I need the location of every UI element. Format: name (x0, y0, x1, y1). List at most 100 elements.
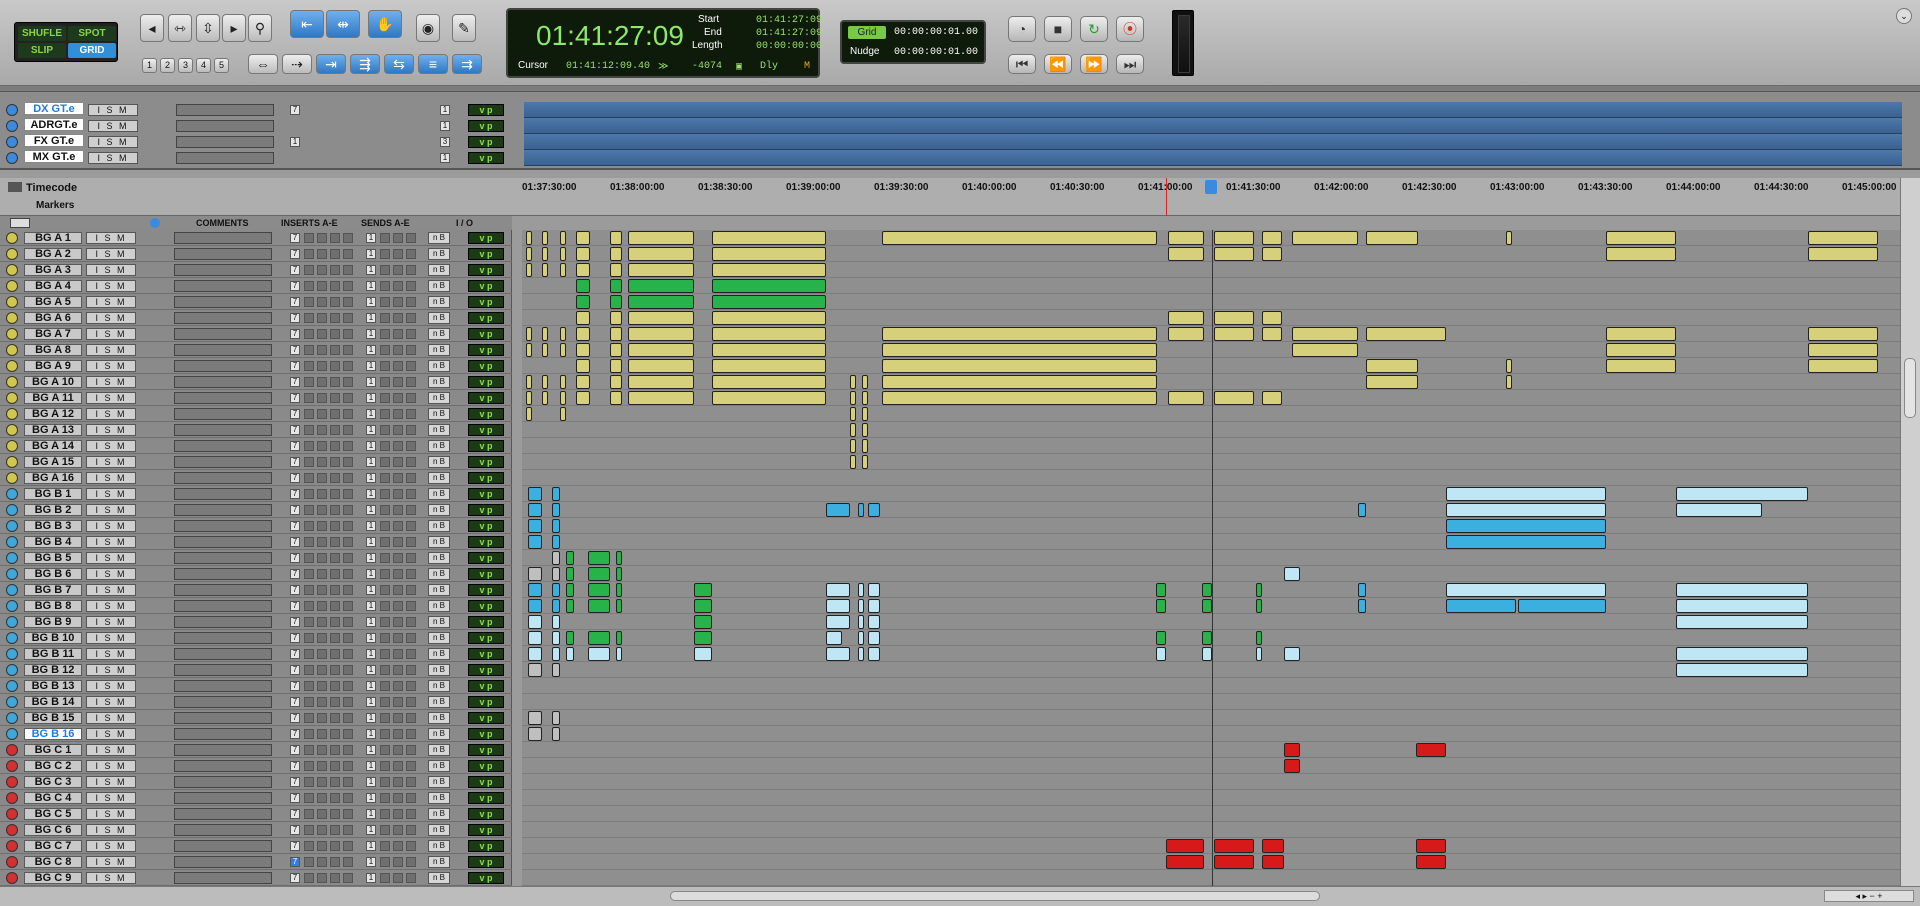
audio-clip[interactable] (1606, 231, 1676, 245)
voice-pan-selector[interactable]: v p (468, 552, 504, 564)
audio-clip[interactable] (526, 263, 532, 277)
audio-clip[interactable] (610, 391, 622, 405)
track-type-icon[interactable] (6, 488, 18, 500)
audio-clip[interactable] (542, 263, 548, 277)
insert-slot-empty[interactable] (317, 713, 327, 723)
track-record-solo-mute[interactable]: I S M (86, 536, 136, 548)
track-record-solo-mute[interactable]: I S M (86, 648, 136, 660)
audio-clip[interactable] (610, 247, 622, 261)
track-record-solo-mute[interactable]: I S M (86, 696, 136, 708)
top-track-row[interactable]: FX GT.e I S M 1 3 v p (0, 134, 520, 150)
insert-slot-empty[interactable] (343, 649, 353, 659)
audio-clip[interactable] (862, 439, 868, 453)
send-slot-empty[interactable] (406, 281, 416, 291)
track-record-solo-mute[interactable]: I S M (86, 328, 136, 340)
insert-slot-empty[interactable] (330, 313, 340, 323)
audio-clip[interactable] (528, 567, 542, 581)
track-record-solo-mute[interactable]: I S M (86, 808, 136, 820)
track-lane[interactable] (522, 438, 1900, 454)
send-slot-empty[interactable] (393, 745, 403, 755)
insert-slot[interactable]: 7 (290, 393, 300, 403)
io-selector[interactable]: n B (428, 648, 450, 660)
insert-slot[interactable]: 7 (290, 857, 300, 867)
send-slot-empty[interactable] (380, 569, 390, 579)
io-selector[interactable]: n B (428, 360, 450, 372)
insert-slot-empty[interactable] (304, 697, 314, 707)
track-row[interactable]: BG A 4 I S M 7 1 n B v p (0, 278, 512, 294)
send-slot-empty[interactable] (406, 649, 416, 659)
audio-clip[interactable] (1256, 631, 1262, 645)
track-lane[interactable] (522, 790, 1900, 806)
insert-slot-empty[interactable] (343, 665, 353, 675)
track-name[interactable]: BG A 8 (24, 344, 82, 356)
track-row[interactable]: BG A 6 I S M 7 1 n B v p (0, 310, 512, 326)
audio-clip[interactable] (694, 631, 712, 645)
send-slot-empty[interactable] (406, 553, 416, 563)
insert-slot-empty[interactable] (304, 713, 314, 723)
insert-slot-empty[interactable] (317, 697, 327, 707)
comment-field[interactable] (174, 856, 272, 868)
track-type-icon[interactable] (6, 296, 18, 308)
insert-slot-empty[interactable] (330, 249, 340, 259)
audio-clip[interactable] (628, 247, 694, 261)
selector-tool-icon[interactable]: ⇹ (326, 10, 360, 38)
track-type-icon[interactable] (6, 280, 18, 292)
grid-mode-button[interactable]: GRID (68, 43, 116, 58)
insert-slot-empty[interactable] (330, 809, 340, 819)
audio-clip[interactable] (1518, 599, 1606, 613)
audio-clip[interactable] (1214, 247, 1254, 261)
track-row[interactable]: BG C 1 I S M 7 1 n B v p (0, 742, 512, 758)
track-name[interactable]: BG A 6 (24, 312, 82, 324)
send-slot[interactable]: 1 (366, 793, 376, 803)
insert-slot-empty[interactable] (304, 361, 314, 371)
audio-clip[interactable] (566, 551, 574, 565)
audio-clip[interactable] (560, 231, 566, 245)
insert-slot-empty[interactable] (330, 761, 340, 771)
track-row[interactable]: BG B 10 I S M 7 1 n B v p (0, 630, 512, 646)
send-slot[interactable]: 1 (366, 745, 376, 755)
spot-mode-button[interactable]: SPOT (68, 26, 116, 41)
track-record-solo-mute[interactable]: I S M (86, 520, 136, 532)
audio-clip[interactable] (1446, 583, 1606, 597)
audio-clip[interactable] (712, 359, 826, 373)
insert-slot[interactable]: 7 (290, 585, 300, 595)
track-type-icon[interactable] (6, 136, 18, 148)
audio-clip[interactable] (1416, 839, 1446, 853)
insert-slot-empty[interactable] (317, 489, 327, 499)
track-record-solo-mute[interactable]: I S M (88, 136, 138, 148)
send-slot[interactable]: 1 (366, 313, 376, 323)
output-selector[interactable]: 1 (440, 153, 450, 163)
audio-clip[interactable] (1256, 599, 1262, 613)
track-row[interactable]: BG B 16 I S M 7 1 n B v p (0, 726, 512, 742)
track-name[interactable]: BG C 5 (24, 808, 82, 820)
track-type-icon[interactable] (6, 600, 18, 612)
send-slot-empty[interactable] (393, 713, 403, 723)
audio-clip[interactable] (552, 727, 560, 741)
voice-pan-selector[interactable]: v p (468, 120, 504, 132)
comment-field[interactable] (174, 472, 272, 484)
send-slot-empty[interactable] (393, 297, 403, 307)
delay-icon[interactable]: ▣ (736, 61, 742, 73)
track-name[interactable]: BG B 6 (24, 568, 82, 580)
insert-slot[interactable]: 7 (290, 809, 300, 819)
track-row[interactable]: BG C 8 I S M 7 1 n B v p (0, 854, 512, 870)
insert-slot-empty[interactable] (343, 233, 353, 243)
track-row[interactable]: BG B 4 I S M 7 1 n B v p (0, 534, 512, 550)
insert-slot-empty[interactable] (317, 633, 327, 643)
insert-slot-empty[interactable] (317, 793, 327, 803)
audio-clip[interactable] (566, 583, 574, 597)
track-record-solo-mute[interactable]: I S M (86, 792, 136, 804)
audio-clip[interactable] (542, 327, 548, 341)
track-row[interactable]: BG A 15 I S M 7 1 n B v p (0, 454, 512, 470)
comment-field[interactable] (174, 632, 272, 644)
track-type-icon[interactable] (6, 376, 18, 388)
send-slot[interactable]: 1 (366, 457, 376, 467)
insert-slot-empty[interactable] (330, 505, 340, 515)
insert-slot-empty[interactable] (317, 681, 327, 691)
insert-slot-empty[interactable] (330, 633, 340, 643)
send-slot-empty[interactable] (406, 713, 416, 723)
zoom-preset-3[interactable]: 3 (178, 58, 193, 73)
audio-clip[interactable] (1416, 743, 1446, 757)
send-slot[interactable]: 1 (366, 489, 376, 499)
track-record-solo-mute[interactable]: I S M (86, 568, 136, 580)
